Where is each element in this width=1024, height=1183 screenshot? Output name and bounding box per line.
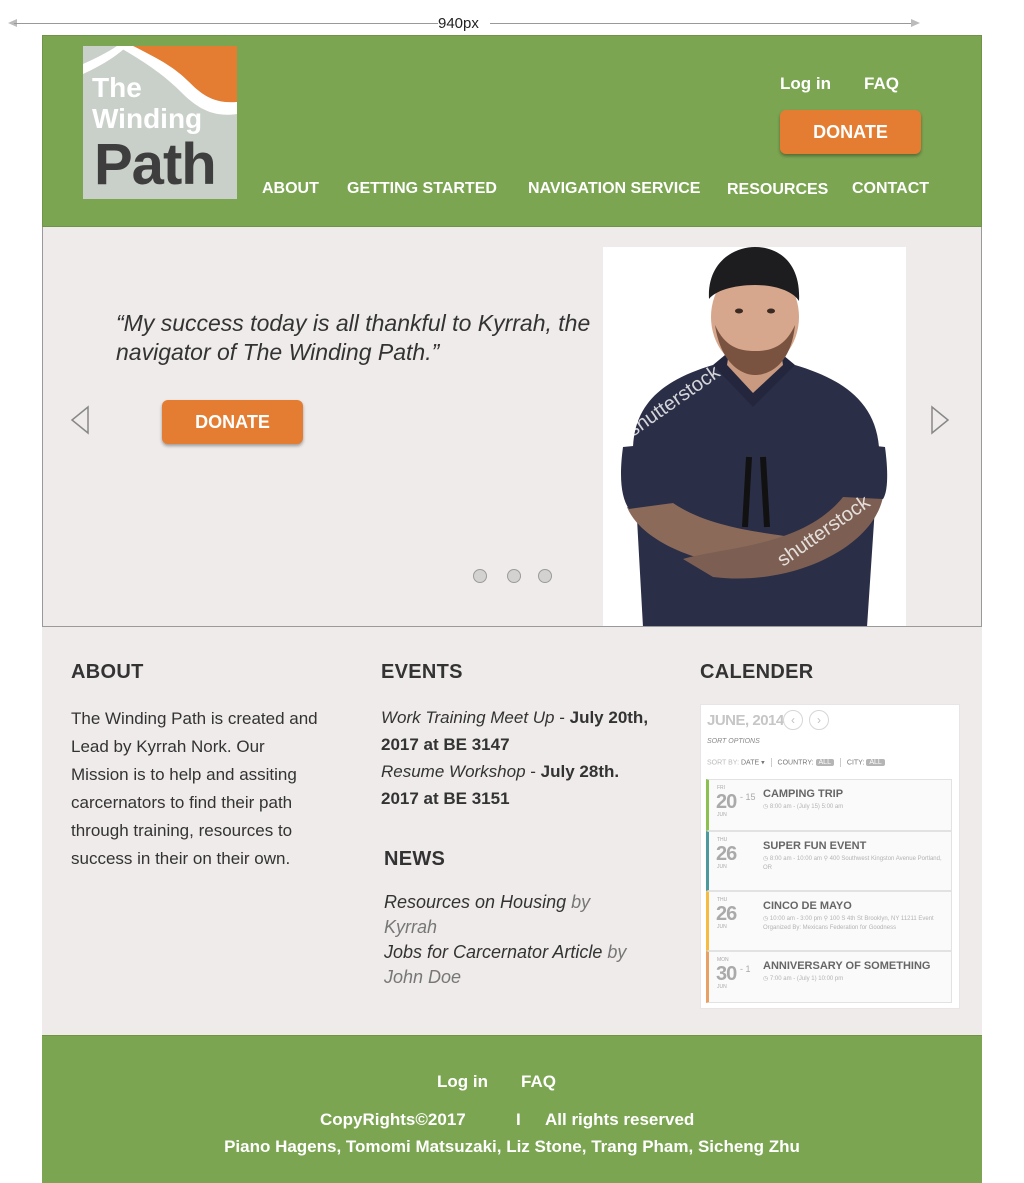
event-name: SUPER FUN EVENT [763,840,867,852]
hero-quote: “My success today is all thankful to Kyr… [116,310,591,365]
calendar-month: JUNE, 2014 [707,712,784,729]
calendar-sort-options[interactable]: SORT OPTIONS [707,738,760,745]
event-separator: - [554,708,570,727]
site-logo[interactable]: The Winding Path [83,46,237,199]
calendar-prev-icon[interactable]: ‹ [783,710,803,730]
event-day: 26 [716,843,737,865]
width-label: 940px [438,15,479,32]
logo-text-line2: Winding [92,103,203,134]
testimonial-photo: shutterstock shutterstock [603,247,906,626]
event-day: 26 [716,903,737,925]
event-month: JUN [717,924,727,930]
event-day: 20 [716,791,737,813]
event-meta: ◷ 7:00 am - (July 1) 10:00 pm [763,976,844,982]
calendar-widget: JUNE, 2014 ‹ › SORT OPTIONS SORT BY: DAT… [700,704,960,1009]
filter-label: COUNTRY: [777,759,814,767]
carousel-prev-icon[interactable] [69,405,91,435]
news-title-link[interactable]: Resources on Housing [384,892,566,912]
calendar-event-row[interactable]: THU 26 JUN CINCO DE MAYO ◷ 10:00 am - 3:… [706,891,952,951]
event-separator: - [525,762,541,781]
nav-item-navigation-service[interactable]: NAVIGATION SERVICE [528,180,700,198]
site-footer: Log in FAQ CopyRights©2017 I All rights … [42,1035,982,1183]
event-month: JUN [717,984,727,990]
logo-text-line1: The [92,72,142,103]
site-header: The Winding Path Log in FAQ DONATE ABOUT… [42,35,982,227]
event-title-link[interactable]: Work Training Meet Up [381,708,555,727]
copyright-text: CopyRights©2017 [320,1110,466,1129]
filter-label: SORT BY: [707,759,740,767]
events-heading: EVENTS [381,661,463,683]
content-section: ABOUT The Winding Path is created and Le… [42,627,982,1035]
rights-text: All rights reserved [545,1110,695,1129]
page: The Winding Path Log in FAQ DONATE ABOUT… [42,35,982,1183]
calendar-event-row[interactable]: FRI 20 JUN - 15 CAMPING TRIP ◷ 8:00 am -… [706,779,952,831]
footer-divider: I [516,1110,521,1129]
hero-donate-button[interactable]: DONATE [162,400,303,444]
calendar-event-row[interactable]: MON 30 JUN - 1 ANNIVERSARY OF SOMETHING … [706,951,952,1003]
news-heading: NEWS [384,848,446,870]
event-month: JUN [717,864,727,870]
footer-login-link[interactable]: Log in [437,1072,488,1092]
event-meta: ◷ 8:00 am - (July 15) 5:00 am [763,804,844,810]
filter-city-select[interactable]: ALL [866,759,885,767]
login-link[interactable]: Log in [780,74,831,94]
event-range: - 15 [740,792,756,802]
event-name: CINCO DE MAYO [763,900,852,912]
authors-text: Piano Hagens, Tomomi Matsuzaki, Liz Ston… [224,1137,800,1156]
width-annotation: 940px [8,14,920,34]
event-range: - 1 [740,964,751,974]
carousel-dot[interactable] [507,569,521,583]
event-title-link[interactable]: Resume Workshop [381,762,526,781]
carousel-next-icon[interactable] [929,405,951,435]
measure-line [14,23,438,24]
arrow-right-icon [911,19,920,27]
event-day: 30 [716,963,737,985]
carousel-dot[interactable] [473,569,487,583]
event-meta: ◷ 10:00 am - 3:00 pm ⚲ 100 S 4th St Broo… [763,916,934,931]
about-heading: ABOUT [71,661,144,683]
calendar-filters: SORT BY: DATE ▾ COUNTRY: ALL CITY: ALL [707,758,885,767]
nav-item-getting-started[interactable]: GETTING STARTED [347,180,497,198]
about-text: The Winding Path is created and Lead by … [71,709,318,868]
logo-text-line3: Path [94,132,217,197]
calendar-heading: CALENDER [700,661,814,683]
calendar-event-row[interactable]: THU 26 JUN SUPER FUN EVENT ◷ 8:00 am - 1… [706,831,952,891]
nav-item-contact[interactable]: CONTACT [852,180,929,198]
carousel-dot[interactable] [538,569,552,583]
footer-faq-link[interactable]: FAQ [521,1072,556,1092]
header-donate-button[interactable]: DONATE [780,110,921,154]
event-name: CAMPING TRIP [763,788,844,800]
event-meta: ◷ 8:00 am - 10:00 am ⚲ 400 Southwest Kin… [763,856,942,871]
hero-carousel: “My success today is all thankful to Kyr… [42,227,982,627]
event-month: JUN [717,812,727,818]
calendar-next-icon[interactable]: › [809,710,829,730]
filter-country-select[interactable]: ALL [815,759,834,767]
filter-date-select[interactable]: DATE [741,759,759,766]
event-name: ANNIVERSARY OF SOMETHING [763,960,931,972]
news-title-link[interactable]: Jobs for Carcernator Article [384,942,602,962]
nav-item-resources[interactable]: RESOURCES [727,181,828,199]
nav-item-about[interactable]: ABOUT [262,180,319,198]
events-list: Work Training Meet Up - July 20th, 2017 … [381,704,651,812]
news-list: Resources on Housing by Kyrrah Jobs for … [384,890,644,990]
calendar-event-list: FRI 20 JUN - 15 CAMPING TRIP ◷ 8:00 am -… [706,779,952,1003]
person-illustration: shutterstock shutterstock [603,247,906,626]
filter-label: CITY: [846,759,865,767]
faq-link[interactable]: FAQ [864,74,899,94]
measure-line [490,23,912,24]
